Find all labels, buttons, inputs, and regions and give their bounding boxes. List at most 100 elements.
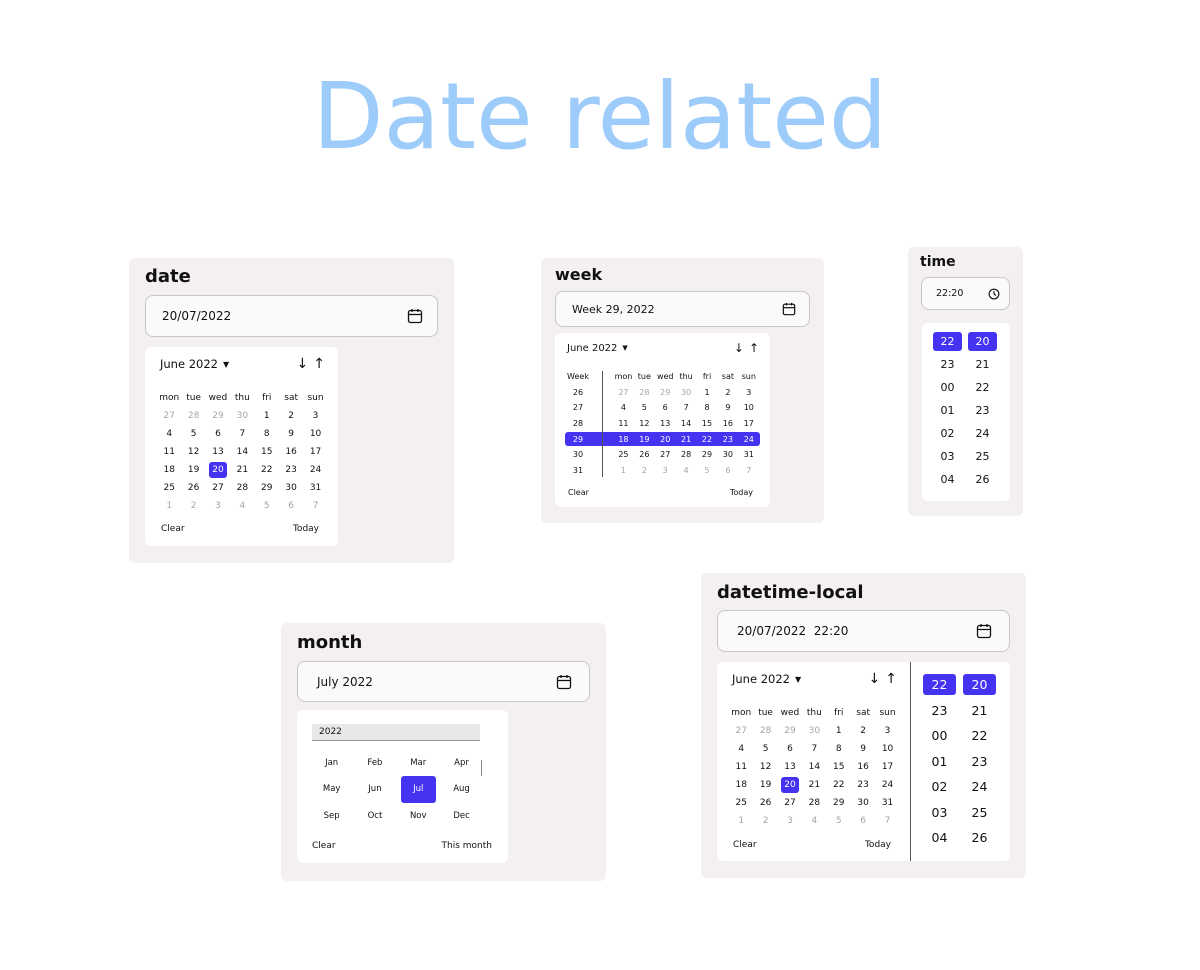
- day-cell[interactable]: 12: [181, 443, 205, 461]
- day-cell[interactable]: 2: [181, 497, 205, 515]
- week-number[interactable]: 27: [565, 400, 591, 416]
- hour-cell[interactable]: 02: [933, 424, 962, 443]
- month-input[interactable]: July 2022: [297, 661, 590, 702]
- week-input[interactable]: Week 29, 2022: [555, 291, 810, 327]
- clock-icon[interactable]: [988, 288, 1000, 300]
- day-cell[interactable]: 27: [729, 722, 753, 740]
- month-cell[interactable]: Oct: [353, 803, 396, 829]
- day-cell[interactable]: 1: [157, 497, 181, 515]
- day-cell[interactable]: 2: [851, 722, 875, 740]
- day-cell[interactable]: 4: [676, 463, 697, 479]
- datetime-input[interactable]: 20/07/2022 22:20: [717, 610, 1010, 652]
- day-cell[interactable]: 27: [157, 407, 181, 425]
- hour-cell[interactable]: 04: [933, 470, 962, 489]
- calendar-icon[interactable]: [407, 308, 423, 324]
- hour-cell[interactable]: 01: [923, 751, 956, 772]
- day-cell[interactable]: 8: [697, 400, 718, 416]
- day-cell[interactable]: 19: [181, 461, 205, 479]
- selected-day[interactable]: 20: [780, 777, 800, 793]
- day-cell[interactable]: 1: [697, 385, 718, 401]
- day-cell[interactable]: 20: [655, 431, 676, 447]
- day-cell[interactable]: 4: [157, 425, 181, 443]
- day-cell[interactable]: 27: [206, 479, 230, 497]
- day-cell[interactable]: 6: [851, 812, 875, 830]
- minute-cell[interactable]: 21: [963, 700, 996, 721]
- day-cell[interactable]: 30: [717, 447, 738, 463]
- day-cell[interactable]: 28: [676, 447, 697, 463]
- week-number[interactable]: 30: [565, 447, 591, 463]
- month-selector[interactable]: June 2022 ▼: [160, 357, 229, 371]
- day-cell[interactable]: 18: [613, 431, 634, 447]
- hour-cell[interactable]: 00: [923, 725, 956, 746]
- day-cell[interactable]: 14: [802, 758, 826, 776]
- month-selector[interactable]: June 2022 ▼: [567, 343, 628, 354]
- day-cell[interactable]: 26: [634, 447, 655, 463]
- day-cell[interactable]: 8: [827, 740, 851, 758]
- hour-cell[interactable]: 02: [923, 776, 956, 797]
- arrow-up-icon[interactable]: ↑: [313, 356, 325, 372]
- day-cell[interactable]: 3: [655, 463, 676, 479]
- day-cell[interactable]: 7: [230, 425, 254, 443]
- week-number[interactable]: 26: [565, 385, 591, 401]
- day-cell[interactable]: 6: [655, 400, 676, 416]
- month-cell[interactable]: Mar: [397, 750, 440, 776]
- day-cell[interactable]: 19: [634, 431, 655, 447]
- calendar-icon[interactable]: [556, 674, 572, 690]
- day-cell[interactable]: 3: [303, 407, 327, 425]
- arrow-down-icon[interactable]: ↓: [869, 671, 881, 687]
- minute-cell[interactable]: 25: [968, 447, 997, 466]
- day-cell[interactable]: 31: [875, 794, 899, 812]
- day-cell[interactable]: 5: [181, 425, 205, 443]
- arrow-up-icon[interactable]: ↑: [885, 671, 897, 687]
- day-cell[interactable]: 18: [729, 776, 753, 794]
- day-cell[interactable]: 30: [802, 722, 826, 740]
- day-cell[interactable]: 22: [697, 431, 718, 447]
- week-number[interactable]: 28: [565, 416, 591, 432]
- day-cell[interactable]: 9: [851, 740, 875, 758]
- day-cell[interactable]: 21: [802, 776, 826, 794]
- day-cell[interactable]: 7: [875, 812, 899, 830]
- day-cell[interactable]: 2: [279, 407, 303, 425]
- day-cell[interactable]: 25: [613, 447, 634, 463]
- day-cell[interactable]: 22: [827, 776, 851, 794]
- day-cell[interactable]: 12: [634, 416, 655, 432]
- clear-button[interactable]: Clear: [312, 841, 336, 851]
- day-cell[interactable]: 16: [279, 443, 303, 461]
- day-cell[interactable]: 28: [230, 479, 254, 497]
- minute-cell[interactable]: 21: [968, 355, 997, 374]
- day-cell[interactable]: 1: [255, 407, 279, 425]
- arrow-up-icon[interactable]: ↑: [749, 341, 759, 355]
- day-cell[interactable]: 18: [157, 461, 181, 479]
- month-cell[interactable]: Apr: [440, 750, 483, 776]
- day-cell[interactable]: 1: [613, 463, 634, 479]
- day-cell[interactable]: 27: [613, 385, 634, 401]
- day-cell[interactable]: 6: [717, 463, 738, 479]
- selected-month[interactable]: Jul: [400, 776, 436, 803]
- week-number[interactable]: 31: [565, 463, 591, 479]
- day-cell[interactable]: 24: [738, 431, 759, 447]
- day-cell[interactable]: 4: [729, 740, 753, 758]
- day-cell[interactable]: 6: [778, 740, 802, 758]
- month-cell[interactable]: Feb: [353, 750, 396, 776]
- day-cell[interactable]: 21: [676, 431, 697, 447]
- day-cell[interactable]: 30: [230, 407, 254, 425]
- day-cell[interactable]: 27: [655, 447, 676, 463]
- hour-cell[interactable]: 04: [923, 827, 956, 848]
- day-cell[interactable]: 8: [255, 425, 279, 443]
- month-cell[interactable]: Aug: [440, 776, 483, 802]
- day-cell[interactable]: 23: [851, 776, 875, 794]
- month-cell[interactable]: May: [310, 776, 353, 802]
- clear-button[interactable]: Clear: [733, 840, 757, 850]
- day-cell[interactable]: 5: [255, 497, 279, 515]
- clear-button[interactable]: Clear: [568, 488, 589, 497]
- day-cell[interactable]: 10: [738, 400, 759, 416]
- day-cell[interactable]: 28: [753, 722, 777, 740]
- week-number[interactable]: 29: [565, 431, 591, 447]
- minute-cell[interactable]: 23: [963, 751, 996, 772]
- day-cell[interactable]: 24: [875, 776, 899, 794]
- day-cell[interactable]: 5: [697, 463, 718, 479]
- day-cell[interactable]: 10: [303, 425, 327, 443]
- minute-cell[interactable]: 23: [968, 401, 997, 420]
- day-cell[interactable]: 27: [778, 794, 802, 812]
- day-cell[interactable]: 25: [157, 479, 181, 497]
